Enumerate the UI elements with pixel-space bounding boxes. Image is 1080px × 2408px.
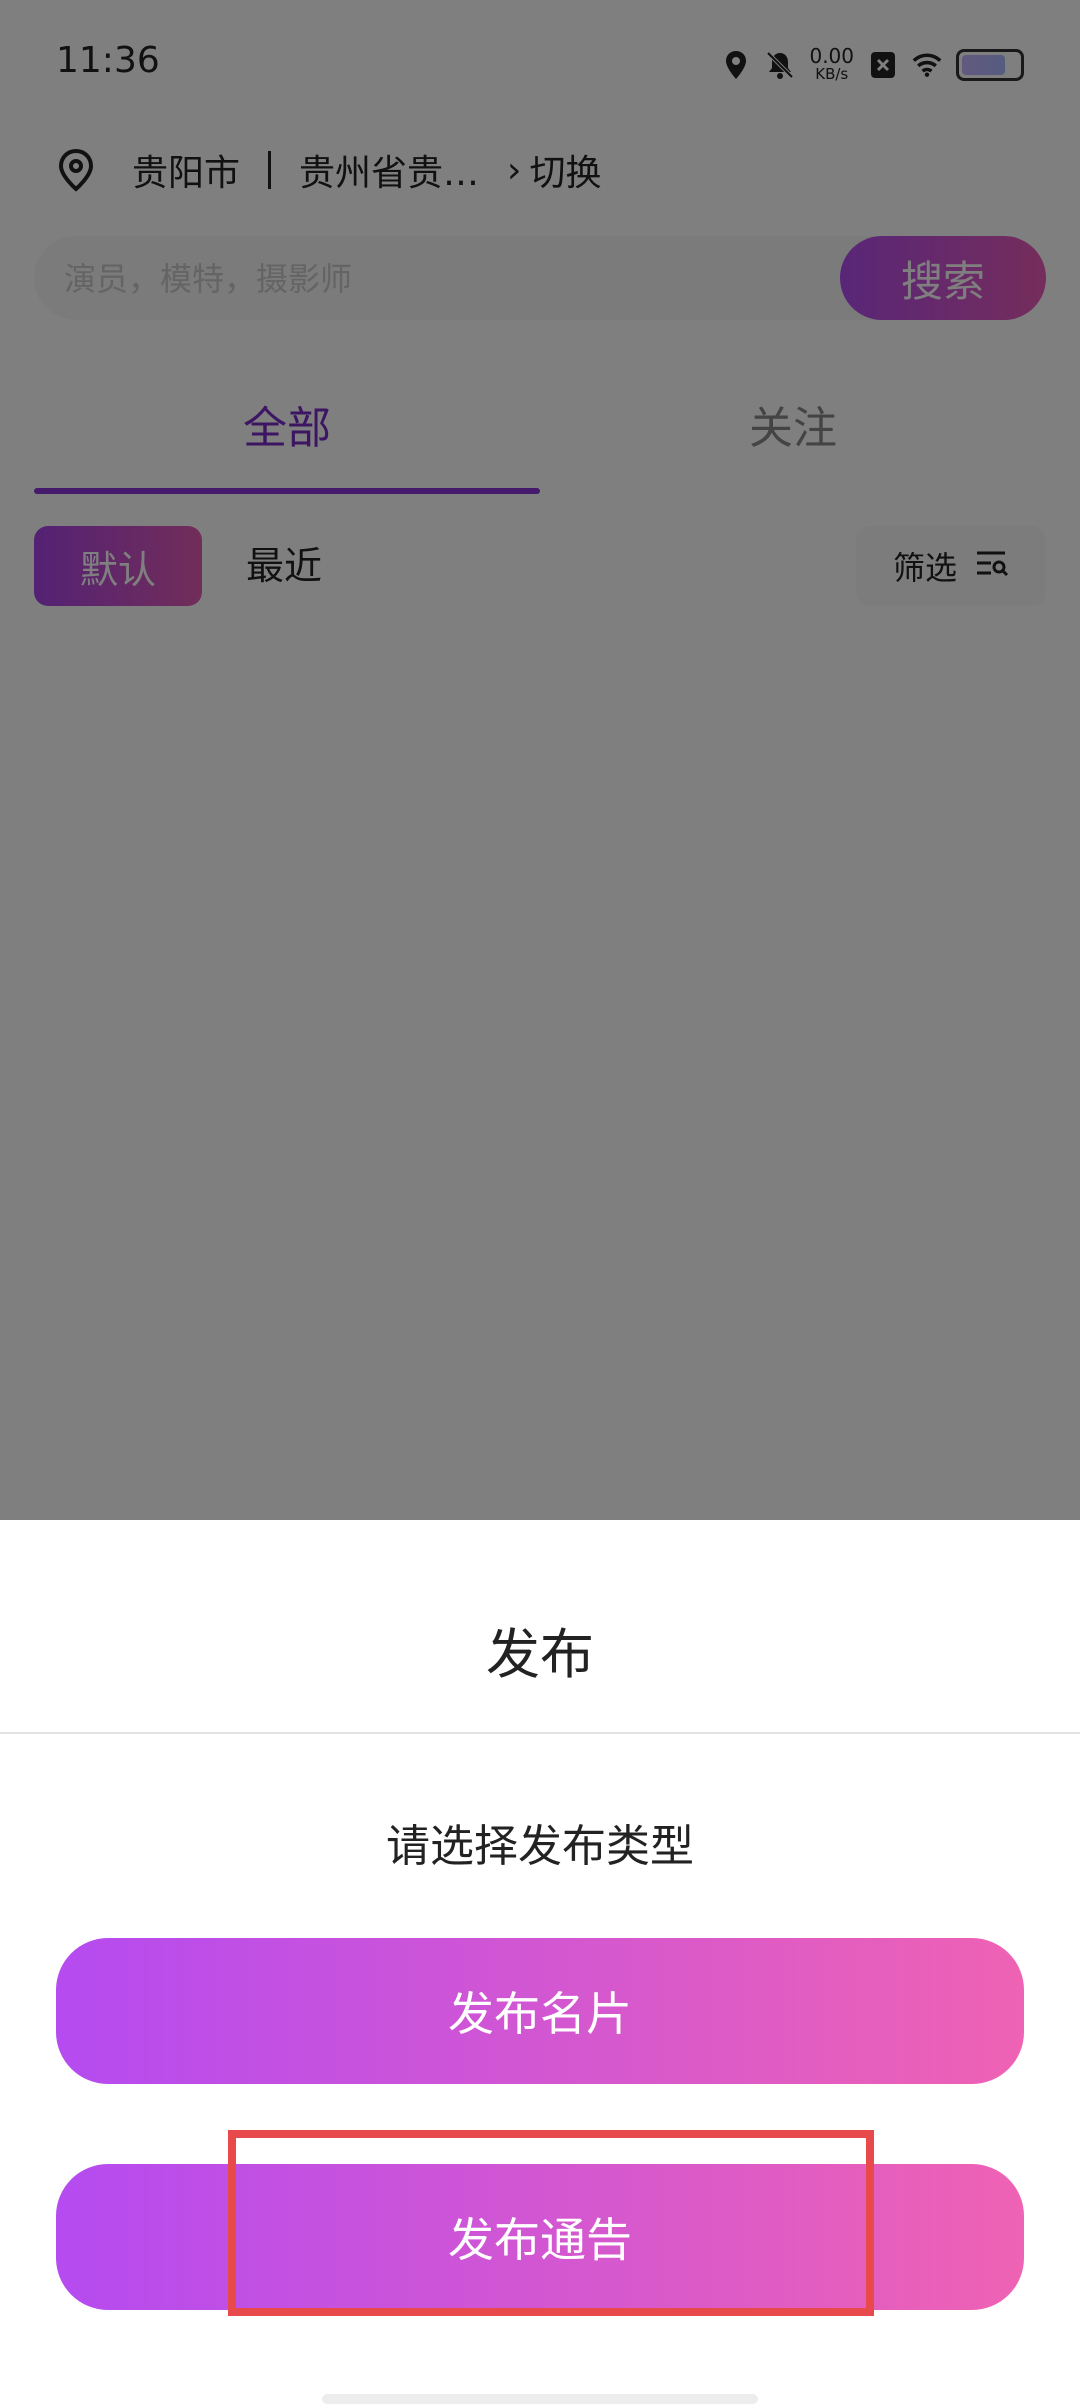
publish-card-button[interactable]: 发布名片 — [56, 1938, 1024, 2084]
sheet-subtitle: 请选择发布类型 — [386, 1821, 694, 1872]
modal-backdrop[interactable] — [0, 0, 1080, 1520]
sheet-divider — [0, 1732, 1080, 1734]
highlight-box — [228, 2130, 874, 2316]
publish-bottom-sheet: 发布 请选择发布类型 发布名片 发布通告 — [0, 1520, 1080, 2408]
sheet-title: 发布 — [486, 1623, 594, 1686]
home-indicator — [322, 2394, 758, 2404]
